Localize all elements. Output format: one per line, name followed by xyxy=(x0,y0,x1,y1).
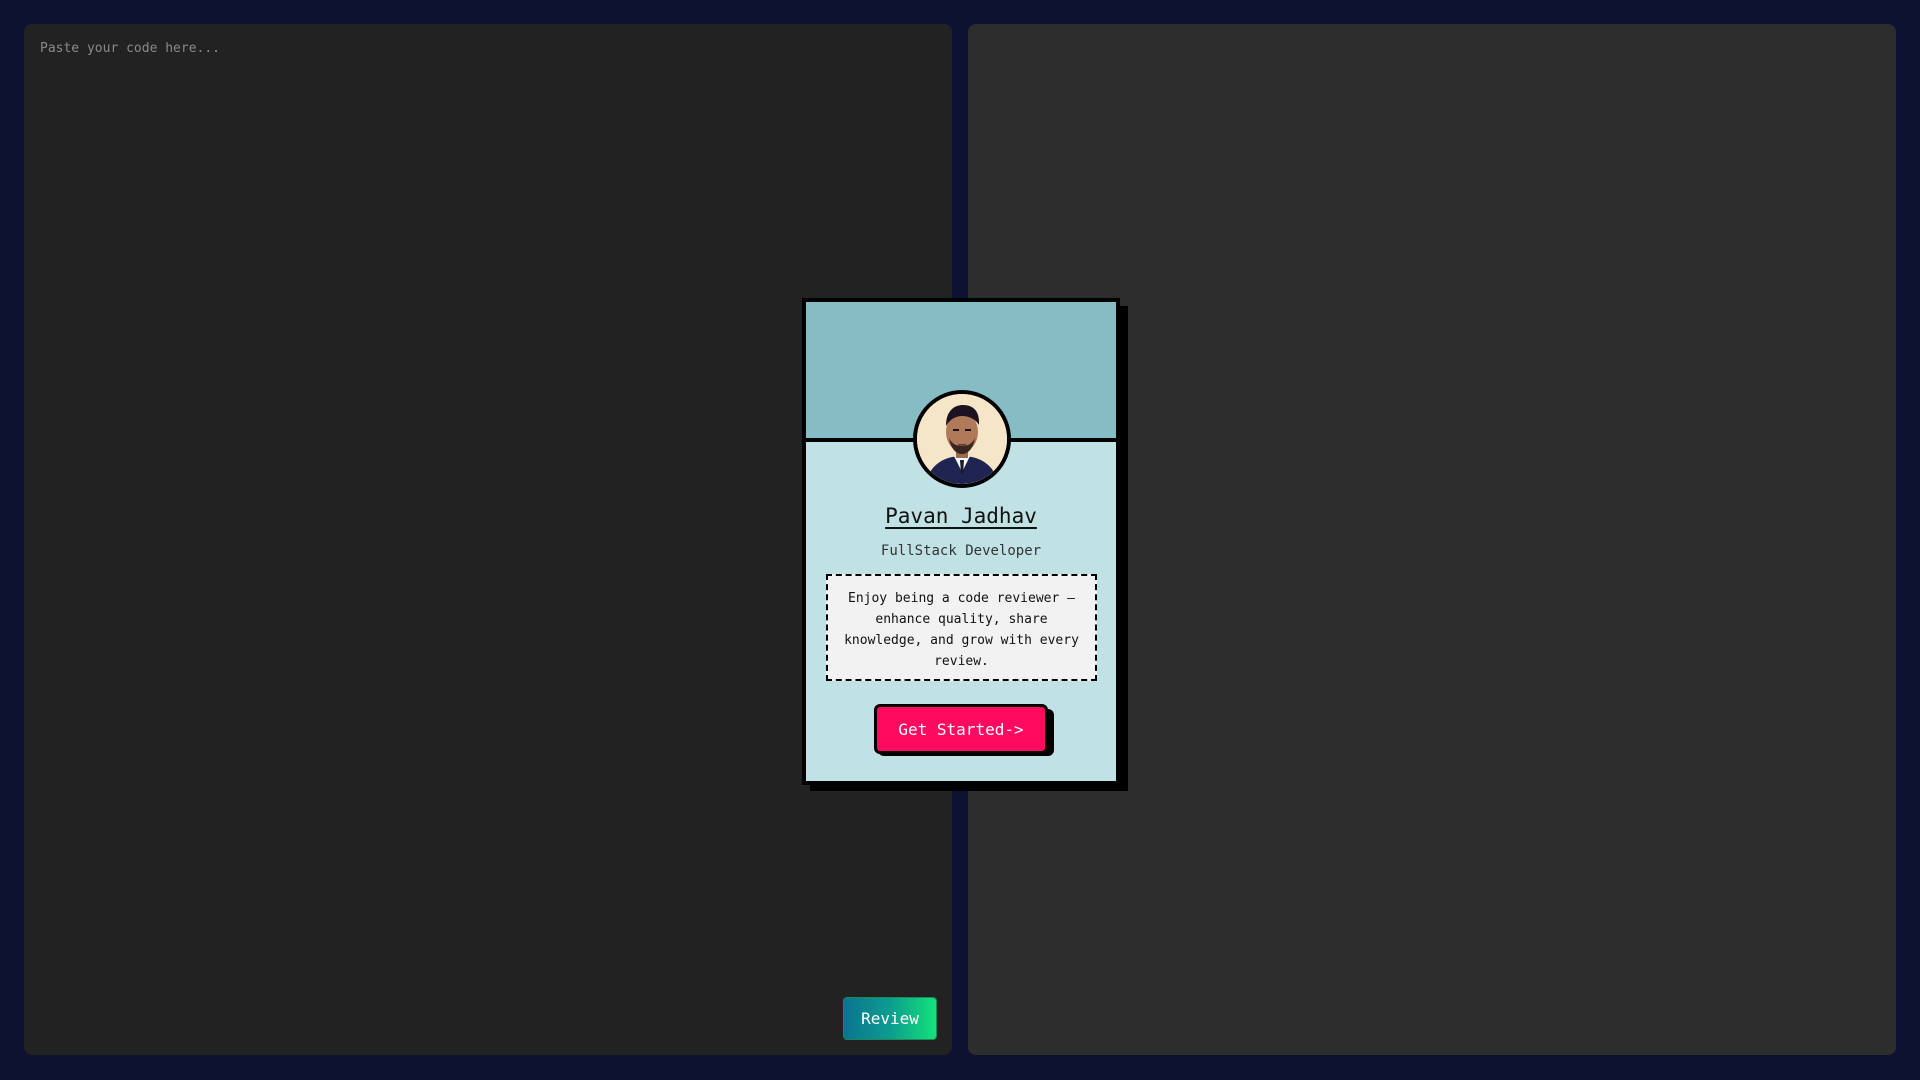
profile-bio: Enjoy being a code reviewer — enhance qu… xyxy=(826,574,1097,681)
profile-name: Pavan Jadhav xyxy=(885,504,1037,528)
avatar xyxy=(913,390,1011,488)
profile-role: FullStack Developer xyxy=(880,543,1042,559)
get-started-button[interactable]: Get Started-> xyxy=(874,704,1048,754)
profile-card: Pavan Jadhav FullStack Developer Enjoy b… xyxy=(802,298,1120,785)
avatar-photo-icon xyxy=(917,394,1007,484)
review-button[interactable]: Review xyxy=(844,998,936,1039)
